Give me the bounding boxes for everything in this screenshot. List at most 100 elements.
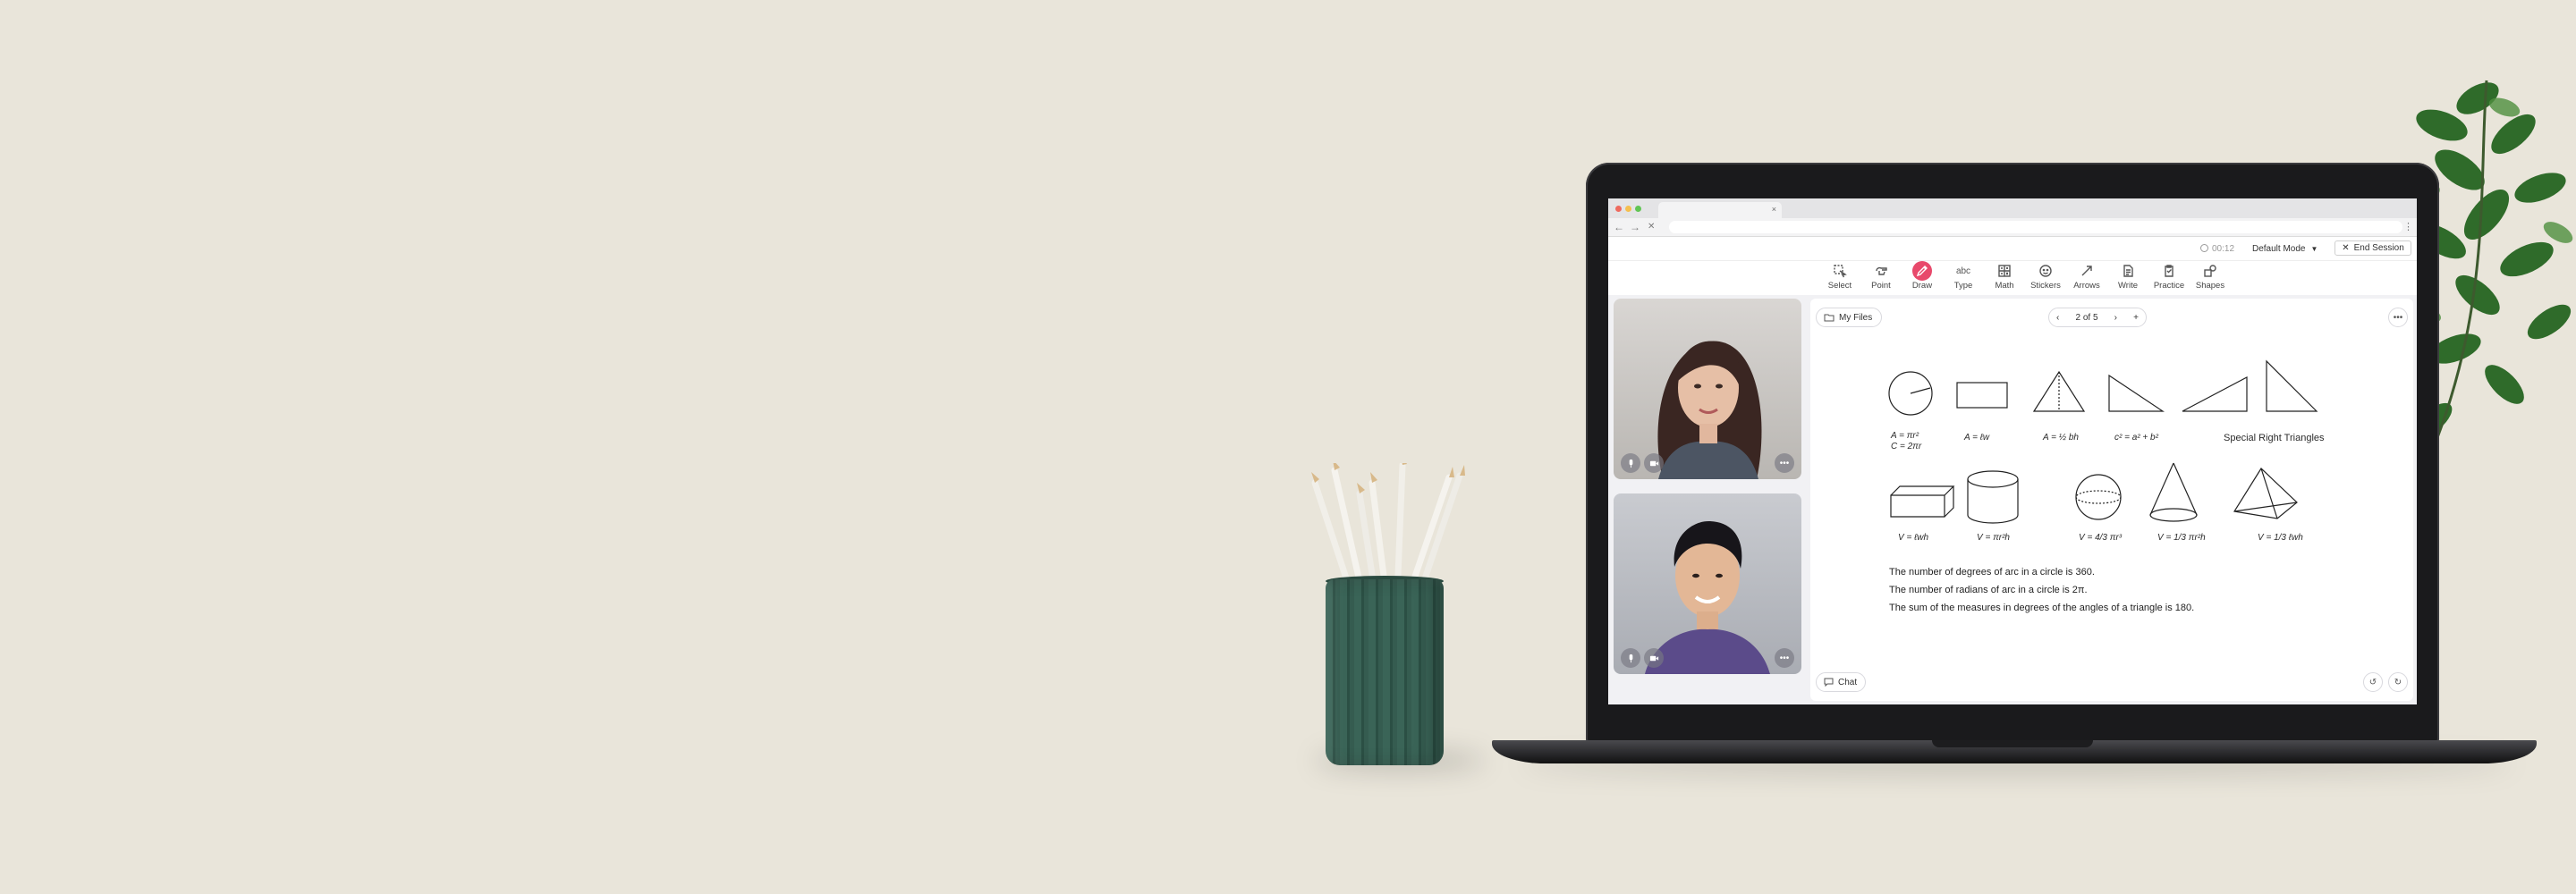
- add-page-icon[interactable]: +: [2133, 313, 2139, 323]
- whiteboard[interactable]: My Files ‹ 2 of 5 › + ••• A = πr² C = 2π…: [1810, 299, 2413, 701]
- chevron-left-icon[interactable]: ‹: [2056, 313, 2059, 323]
- clock-icon: [2200, 244, 2208, 252]
- browser-tabbar: ×: [1608, 198, 2417, 218]
- right-triangle-shape: [2108, 374, 2165, 412]
- formula-circle-circumference: C = 2πr: [1891, 442, 1922, 451]
- more-dots-icon: •••: [1779, 458, 1790, 468]
- browser-toolbar: ← → ✕ ⋮: [1608, 218, 2417, 237]
- tool-select[interactable]: Select: [1819, 261, 1860, 293]
- formula-pyramid-volume: V = 1/3 ℓwh: [2258, 533, 2303, 543]
- tool-arrows[interactable]: Arrows: [2066, 261, 2107, 293]
- arrow-icon: [2077, 261, 2097, 281]
- formula-box-volume: V = ℓwh: [1898, 533, 1929, 543]
- browser-menu-icon[interactable]: ⋮: [2403, 221, 2413, 232]
- maximize-window-dot[interactable]: [1635, 206, 1641, 212]
- chat-button[interactable]: Chat: [1816, 672, 1866, 692]
- tool-label: Shapes: [2195, 281, 2225, 291]
- mode-dropdown[interactable]: Default Mode ▼: [2250, 242, 2319, 256]
- folder-icon: [1824, 314, 1835, 322]
- timer-value: 00:12: [2212, 244, 2235, 254]
- tool-label: Select: [1827, 281, 1852, 291]
- formula-circle-area: A = πr²: [1891, 431, 1919, 441]
- formula-pythagorean: c² = a² + b²: [2114, 433, 2158, 443]
- sphere-shape: [2075, 474, 2122, 520]
- shapes-icon: [2200, 261, 2220, 281]
- close-window-dot[interactable]: [1615, 206, 1622, 212]
- camera-button[interactable]: [1644, 453, 1664, 473]
- geometry-formulas: [1888, 359, 2318, 524]
- camera-button[interactable]: [1644, 648, 1664, 668]
- page-pager: ‹ 2 of 5 › +: [2048, 308, 2147, 327]
- forward-arrow-icon[interactable]: →: [1630, 221, 1640, 233]
- tool-math[interactable]: Math: [1984, 261, 2025, 293]
- video-tile-tutor: •••: [1614, 299, 1801, 479]
- formula-cone-volume: V = 1/3 πr²h: [2157, 533, 2206, 543]
- back-arrow-icon[interactable]: ←: [1614, 221, 1624, 233]
- tool-palette: Select Point Draw abc Type Math Stickers…: [1819, 261, 2231, 293]
- participant-video-woman: [1657, 341, 1762, 479]
- redo-icon: ↻: [2394, 677, 2402, 687]
- more-options-button[interactable]: •••: [1775, 453, 1794, 473]
- chevron-down-icon: ▼: [2310, 245, 2318, 253]
- end-session-button[interactable]: ✕ End Session: [2334, 240, 2411, 256]
- microphone-button[interactable]: [1621, 648, 1640, 668]
- more-options-button[interactable]: •••: [1775, 648, 1794, 668]
- my-files-button[interactable]: My Files: [1816, 308, 1882, 327]
- tool-label: Practice: [2153, 281, 2185, 291]
- more-dots-icon: •••: [2393, 312, 2403, 323]
- chat-label: Chat: [1838, 677, 1858, 687]
- undo-icon: ↺: [2368, 677, 2377, 687]
- stop-loading-icon[interactable]: ✕: [1648, 221, 1655, 233]
- tool-practice[interactable]: Practice: [2148, 261, 2190, 293]
- rectangle-shape: [1956, 382, 2008, 409]
- pointer-hand-icon: [1871, 261, 1891, 281]
- address-bar[interactable]: [1669, 221, 2402, 233]
- formula-sphere-volume: V = 4/3 πr³: [2079, 533, 2123, 543]
- laptop-screen: × ← → ✕ ⋮ 00:12 Default Mode ▼ ✕ End Sess…: [1608, 198, 2417, 704]
- pyramid-shape: [2233, 468, 2298, 519]
- fact-line: The number of degrees of arc in a circle…: [1889, 567, 2095, 578]
- tool-draw[interactable]: Draw: [1902, 261, 1943, 293]
- pencil-cup: [1311, 463, 1465, 765]
- undo-button[interactable]: ↺: [2363, 672, 2383, 692]
- more-dots-icon: •••: [1779, 653, 1790, 663]
- tool-shapes[interactable]: Shapes: [2190, 261, 2231, 293]
- special-triangle-30-60-90: [2182, 376, 2248, 412]
- browser-tab[interactable]: ×: [1658, 202, 1782, 218]
- session-timer: 00:12: [2200, 244, 2234, 254]
- tool-label: Type: [1953, 281, 1973, 291]
- tool-write[interactable]: Write: [2107, 261, 2148, 293]
- tool-type[interactable]: abc Type: [1943, 261, 1984, 293]
- math-icon: [1995, 261, 2014, 281]
- microphone-icon: [1629, 654, 1632, 662]
- box-shape: [1890, 485, 1955, 518]
- session-bar: 00:12 Default Mode ▼ ✕ End Session: [1608, 237, 2417, 261]
- tool-label: Stickers: [2030, 281, 2061, 291]
- select-icon: [1830, 261, 1850, 281]
- tool-label: Write: [2118, 281, 2138, 291]
- chevron-right-icon[interactable]: ›: [2114, 313, 2117, 323]
- cup-body: [1326, 579, 1444, 765]
- formula-cylinder-volume: V = πr²h: [1977, 533, 2010, 543]
- page-indicator: 2 of 5: [2075, 312, 2098, 323]
- board-more-button[interactable]: •••: [2388, 308, 2408, 327]
- pen-icon: [1912, 261, 1932, 281]
- chat-bubble-icon: [1824, 678, 1834, 687]
- tool-stickers[interactable]: Stickers: [2025, 261, 2066, 293]
- mode-label: Default Mode: [2252, 244, 2306, 254]
- video-tile-student: •••: [1614, 493, 1801, 674]
- cylinder-shape: [1967, 470, 2019, 488]
- tool-label: Math: [1995, 281, 2014, 291]
- minimize-window-dot[interactable]: [1625, 206, 1631, 212]
- tool-point[interactable]: Point: [1860, 261, 1902, 293]
- tab-close-icon[interactable]: ×: [1772, 205, 1776, 214]
- end-session-label: End Session: [2353, 243, 2404, 253]
- microphone-button[interactable]: [1621, 453, 1640, 473]
- fact-line: The number of radians of arc in a circle…: [1889, 585, 2088, 595]
- microphone-icon: [1629, 459, 1632, 468]
- fact-line: The sum of the measures in degrees of th…: [1889, 603, 2195, 613]
- formula-rectangle-area: A = ℓw: [1964, 433, 1990, 443]
- tool-label: Draw: [1911, 281, 1933, 291]
- redo-button[interactable]: ↻: [2388, 672, 2408, 692]
- session-stage: ••• ••• My Files ‹ 2 of 5 › + ••• A = πr…: [1608, 295, 2417, 704]
